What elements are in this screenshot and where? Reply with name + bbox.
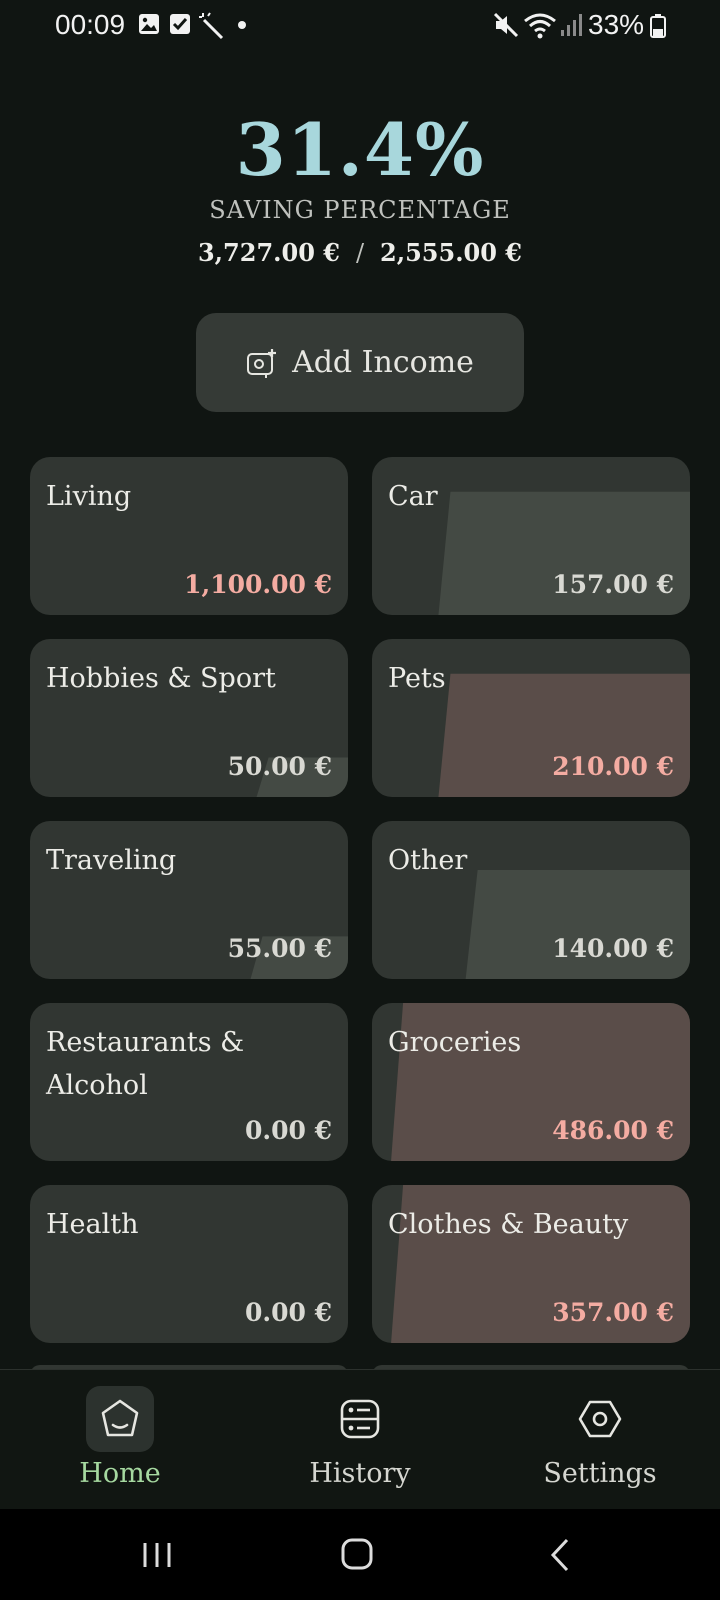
total-expenses: 2,555.00 € bbox=[380, 238, 523, 267]
category-card-pets[interactable]: Pets 210.00 € bbox=[372, 639, 690, 797]
nav-home[interactable]: Home bbox=[20, 1370, 220, 1489]
category-card-other[interactable]: Other 140.00 € bbox=[372, 821, 690, 979]
settings-icon bbox=[578, 1400, 622, 1438]
home-system-icon[interactable] bbox=[340, 1537, 374, 1571]
image-notification-icon bbox=[139, 14, 159, 34]
category-card-groceries[interactable]: Groceries 486.00 € bbox=[372, 1003, 690, 1161]
category-amount: 140.00 € bbox=[552, 934, 674, 963]
category-name: Health bbox=[46, 1209, 139, 1240]
income-expense-totals: 3,727.00 € / 2,555.00 € bbox=[0, 238, 720, 267]
wifi-icon bbox=[524, 13, 556, 39]
history-list-icon bbox=[340, 1399, 380, 1439]
nav-home-icon-container bbox=[86, 1386, 154, 1452]
recent-apps-icon[interactable] bbox=[140, 1539, 174, 1571]
category-amount: 357.00 € bbox=[552, 1298, 674, 1327]
battery-icon bbox=[650, 14, 666, 38]
nav-history[interactable]: History bbox=[260, 1370, 460, 1489]
nav-settings-label: Settings bbox=[543, 1458, 657, 1489]
category-amount: 486.00 € bbox=[552, 1116, 674, 1145]
nav-history-icon-container bbox=[326, 1386, 394, 1452]
category-amount: 50.00 € bbox=[227, 752, 332, 781]
status-time: 00:09 bbox=[55, 9, 126, 40]
back-icon[interactable] bbox=[548, 1537, 572, 1573]
category-name: Groceries bbox=[388, 1027, 522, 1058]
category-name: Hobbies & Sport bbox=[46, 663, 276, 694]
system-navigation-bar bbox=[0, 1509, 720, 1600]
saving-percentage-label: SAVING PERCENTAGE bbox=[209, 196, 511, 224]
category-name: Other bbox=[388, 845, 468, 876]
total-income: 3,727.00 € bbox=[197, 238, 340, 267]
category-name: Clothes & Beauty bbox=[388, 1209, 629, 1240]
battery-percentage: 33% bbox=[588, 9, 645, 40]
more-notifications-dot-icon bbox=[238, 21, 246, 29]
category-amount: 157.00 € bbox=[552, 570, 674, 599]
category-name: Traveling bbox=[46, 845, 177, 876]
saving-percentage-value: 31.4% bbox=[235, 107, 485, 192]
nav-settings[interactable]: Settings bbox=[500, 1370, 700, 1489]
magic-wand-icon bbox=[199, 12, 224, 40]
signal-icon bbox=[561, 14, 582, 36]
savings-summary: 31.4% SAVING PERCENTAGE 3,727.00 € / 2,555… bbox=[0, 100, 720, 267]
category-name: Pets bbox=[388, 663, 446, 694]
category-amount: 0.00 € bbox=[245, 1116, 332, 1145]
add-income-button[interactable]: Add Income bbox=[196, 313, 524, 412]
mute-icon bbox=[493, 12, 519, 38]
category-card-living[interactable]: Living 1,100.00 € bbox=[30, 457, 348, 615]
category-amount: 55.00 € bbox=[227, 934, 332, 963]
category-card-health[interactable]: Health 0.00 € bbox=[30, 1185, 348, 1343]
category-name: Living bbox=[46, 481, 132, 512]
bottom-navigation: Home History Settings bbox=[0, 1369, 720, 1510]
nav-settings-icon-container bbox=[566, 1386, 634, 1452]
totals-separator: / bbox=[355, 239, 365, 267]
add-money-icon bbox=[247, 348, 277, 378]
category-amount: 210.00 € bbox=[552, 752, 674, 781]
category-card-car[interactable]: Car 157.00 € bbox=[372, 457, 690, 615]
category-name: Car bbox=[388, 481, 438, 512]
nav-home-label: Home bbox=[79, 1458, 161, 1489]
category-card-traveling[interactable]: Traveling 55.00 € bbox=[30, 821, 348, 979]
category-card-hobbies-sport[interactable]: Hobbies & Sport 50.00 € bbox=[30, 639, 348, 797]
category-card-restaurants-alcohol[interactable]: Restaurants & Alcohol 0.00 € bbox=[30, 1003, 348, 1161]
category-card-clothes-beauty[interactable]: Clothes & Beauty 357.00 € bbox=[372, 1185, 690, 1343]
home-icon bbox=[101, 1399, 139, 1437]
checkbox-notification-icon bbox=[170, 14, 190, 34]
nav-history-label: History bbox=[309, 1458, 411, 1489]
category-amount: 0.00 € bbox=[245, 1298, 332, 1327]
add-income-label: Add Income bbox=[292, 345, 474, 380]
category-name: Restaurants & Alcohol bbox=[46, 1027, 245, 1101]
category-amount: 1,100.00 € bbox=[184, 570, 332, 599]
status-bar: 00:09 33% bbox=[0, 0, 720, 52]
